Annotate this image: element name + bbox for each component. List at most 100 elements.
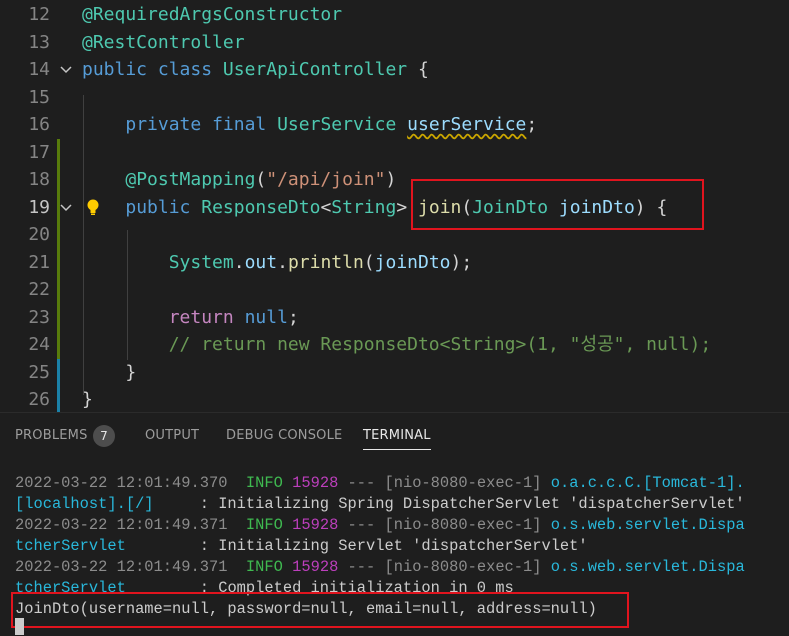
code-token: ( bbox=[461, 196, 473, 218]
code-token: JoinDto bbox=[472, 196, 549, 218]
tab-terminal[interactable]: TERMINAL bbox=[363, 428, 431, 450]
code-text: @RestController bbox=[82, 29, 245, 56]
code-line[interactable]: 16 private final UserService userService… bbox=[0, 111, 789, 138]
code-token: joinDto bbox=[558, 196, 635, 218]
tab-problems[interactable]: PROBLEMS bbox=[15, 428, 88, 443]
code-line[interactable]: 14 public class UserApiController { bbox=[0, 56, 789, 83]
terminal-line: 2022-03-22 12:01:49.370 INFO 15928 --- [… bbox=[15, 473, 785, 494]
code-token: public bbox=[125, 196, 191, 218]
terminal-token: --- [nio-8080-exec-1] bbox=[338, 516, 551, 534]
terminal-token: --- [nio-8080-exec-1] bbox=[338, 474, 551, 492]
terminal-token: 15928 bbox=[292, 558, 339, 576]
code-line[interactable]: 15 bbox=[0, 84, 789, 111]
code-line[interactable]: 18 @PostMapping("/api/join") bbox=[0, 166, 789, 194]
tab-debug-console[interactable]: DEBUG CONSOLE bbox=[226, 428, 342, 443]
code-editor[interactable]: 12 @RequiredArgsConstructor 13 @RestControl… bbox=[0, 0, 789, 412]
code-token: } bbox=[82, 389, 93, 410]
line-number: 26 bbox=[28, 389, 50, 410]
code-text: System.out.println(joinDto); bbox=[82, 249, 472, 276]
terminal-token: tcherServlet bbox=[15, 537, 126, 555]
terminal-line: [localhost].[/] : Initializing Spring Di… bbox=[15, 494, 785, 515]
code-text: } bbox=[82, 386, 93, 412]
terminal-token: --- [nio-8080-exec-1] bbox=[338, 558, 551, 576]
line-number: 21 bbox=[28, 251, 50, 273]
terminal-token: o.s.web.servlet.Dispa bbox=[550, 516, 745, 534]
terminal-line: 2022-03-22 12:01:49.371 INFO 15928 --- [… bbox=[15, 557, 785, 578]
code-token: println bbox=[287, 251, 364, 273]
git-change-marker bbox=[57, 276, 60, 304]
terminal-cursor bbox=[15, 618, 24, 635]
line-number: 19 bbox=[28, 196, 50, 218]
code-token: @RequiredArgsConstructor bbox=[82, 4, 343, 25]
code-token: join bbox=[418, 196, 462, 218]
line-number: 15 bbox=[28, 86, 50, 108]
line-number: 13 bbox=[28, 31, 50, 53]
code-text: return null; bbox=[82, 304, 299, 331]
code-line[interactable]: 13 @RestController bbox=[0, 29, 789, 56]
code-line[interactable]: 12 @RequiredArgsConstructor bbox=[0, 1, 789, 28]
code-line[interactable]: 26} bbox=[0, 386, 789, 412]
tab-output[interactable]: OUTPUT bbox=[145, 428, 199, 443]
problems-count-badge: 7 bbox=[93, 425, 115, 447]
code-token: ) bbox=[385, 169, 397, 190]
terminal-token: 15928 bbox=[292, 474, 339, 492]
code-text: @RequiredArgsConstructor bbox=[82, 1, 342, 28]
terminal-line: tcherServlet : Initializing Servlet 'dis… bbox=[15, 536, 785, 557]
code-line[interactable]: 17 bbox=[0, 138, 789, 167]
code-line[interactable]: 21 System.out.println(joinDto); bbox=[0, 248, 789, 277]
line-number: 20 bbox=[28, 224, 50, 245]
code-text: private final UserService userService; bbox=[82, 111, 537, 138]
line-number: 14 bbox=[28, 59, 50, 80]
code-token: < bbox=[320, 196, 332, 218]
code-token: // return new ResponseDto<String>(1, "성공… bbox=[168, 334, 712, 355]
code-token: "/api/join" bbox=[266, 169, 386, 190]
terminal-line: 2022-03-22 12:01:49.371 INFO 15928 --- [… bbox=[15, 515, 785, 536]
code-line[interactable]: 25 } bbox=[0, 358, 789, 387]
code-token: ) { bbox=[634, 196, 668, 218]
code-line[interactable]: 20 bbox=[0, 221, 789, 249]
code-token: UserService bbox=[277, 114, 397, 135]
code-token: joinDto bbox=[374, 251, 451, 273]
code-token: . bbox=[277, 251, 288, 273]
terminal-token: [localhost].[/] bbox=[15, 495, 154, 513]
code-text: @PostMapping("/api/join") bbox=[82, 166, 396, 193]
git-change-marker bbox=[57, 386, 60, 412]
bottom-panel: PROBLEMS 7 OUTPUT DEBUG CONSOLE TERMINAL… bbox=[0, 412, 789, 636]
code-token: System bbox=[168, 251, 234, 273]
code-token: ; bbox=[526, 114, 538, 135]
code-token: public bbox=[82, 59, 148, 80]
code-token: return bbox=[168, 306, 234, 328]
code-line[interactable]: 19 public ResponseDto<String> join(JoinD… bbox=[0, 193, 789, 222]
code-line[interactable]: 22 bbox=[0, 276, 789, 304]
code-token: private bbox=[125, 114, 202, 135]
code-token: > bbox=[396, 196, 408, 218]
line-number: 22 bbox=[28, 279, 50, 300]
code-text: public class UserApiController { bbox=[82, 56, 429, 83]
code-text: } bbox=[82, 359, 136, 386]
output-highlight bbox=[11, 592, 629, 628]
code-token: out bbox=[244, 251, 278, 273]
code-token: ( bbox=[255, 169, 267, 190]
code-line[interactable]: 24 // return new ResponseDto<String>(1, … bbox=[0, 331, 789, 359]
terminal-token: 2022-03-22 12:01:49.370 bbox=[15, 474, 228, 492]
terminal-token: 15928 bbox=[292, 516, 339, 534]
code-text: public ResponseDto<String> join(JoinDto … bbox=[82, 194, 667, 221]
code-line[interactable]: 23 return null; bbox=[0, 303, 789, 332]
code-token: class bbox=[157, 59, 213, 80]
